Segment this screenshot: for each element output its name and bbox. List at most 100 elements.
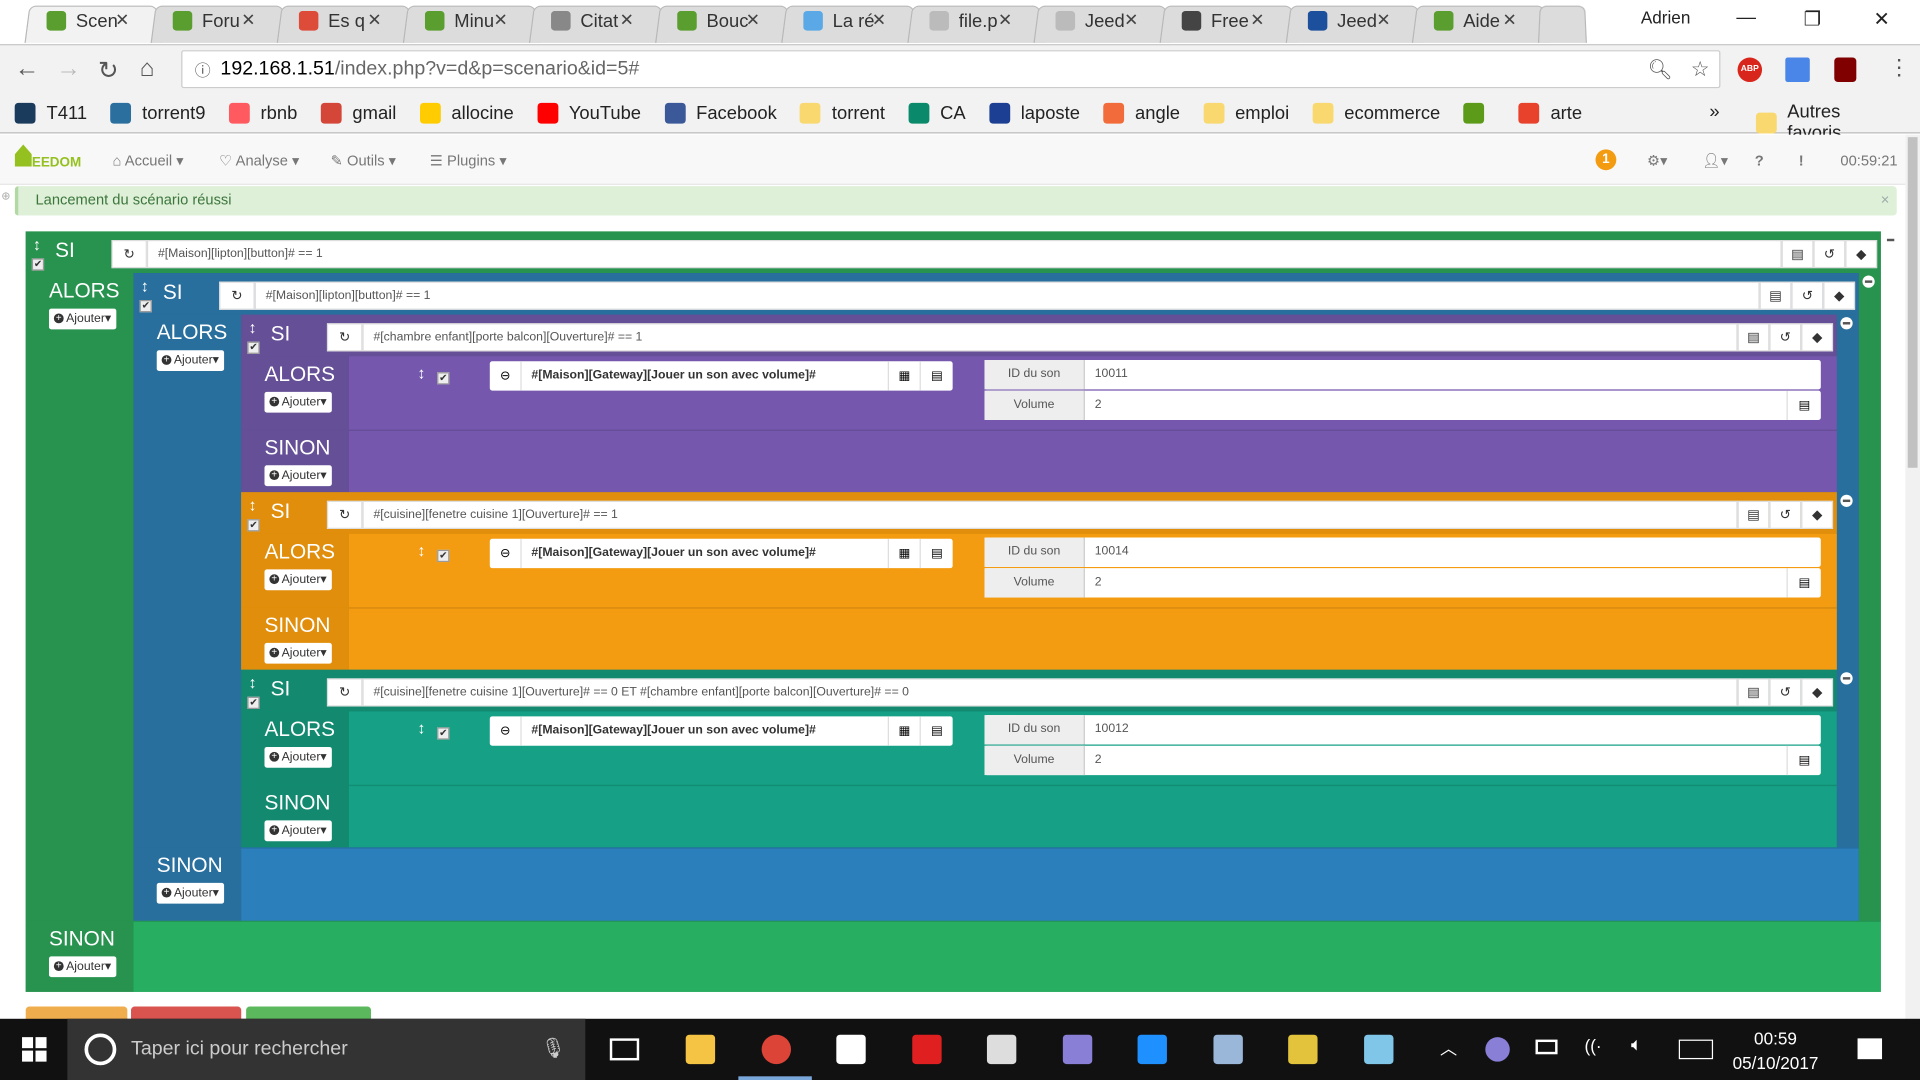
start-icon[interactable] [22, 1037, 47, 1062]
enable-action-checkbox[interactable]: ✔ [437, 727, 450, 740]
close-tab-icon[interactable]: ✕ [620, 10, 634, 31]
tab-content[interactable]: Jeed [1307, 9, 1377, 33]
menu-plugins[interactable]: ☰ Plugins ▾ [430, 152, 507, 169]
history-button[interactable]: ↺ [1769, 500, 1802, 529]
reload-icon[interactable]: ↻ [98, 55, 119, 86]
close-tab-icon[interactable]: ✕ [115, 10, 129, 31]
wifi-icon[interactable]: ((· [1584, 1036, 1601, 1056]
parameter-input[interactable]: 2 [1085, 391, 1787, 420]
torrent-icon[interactable] [1062, 1034, 1092, 1065]
tab-content[interactable]: file.p [929, 9, 998, 33]
expression-button[interactable]: ▤ [1737, 500, 1770, 529]
bookmark[interactable]: emploi [1203, 102, 1289, 124]
tab-content[interactable]: Minu [424, 9, 494, 33]
notification-badge[interactable]: 1 [1595, 149, 1617, 171]
remove-block-icon[interactable] [1840, 494, 1853, 507]
add-alors-button[interactable]: + Ajouter ▾ [156, 349, 224, 371]
home-icon[interactable]: ⌂ [140, 55, 155, 83]
drag-handle-icon[interactable]: ↕ [418, 364, 426, 382]
edge-icon[interactable] [1137, 1034, 1167, 1065]
history-button[interactable]: ↺ [1769, 323, 1802, 352]
menu-outils[interactable]: ✎ Outils ▾ [331, 152, 396, 169]
drag-handle-icon[interactable]: ↕ [418, 541, 426, 559]
tab-content[interactable]: Es q [298, 9, 365, 33]
menu-icon[interactable]: ⋮ [1888, 55, 1910, 81]
refresh-button[interactable]: ↻ [111, 240, 147, 269]
parameter-input[interactable]: 10014 [1085, 538, 1821, 567]
chrome-icon[interactable] [761, 1034, 791, 1065]
tab-content[interactable]: Citat [551, 9, 618, 33]
add-alors-button[interactable]: + Ajouter ▾ [264, 746, 332, 768]
help-icon[interactable]: ? [1755, 152, 1764, 169]
close-tab-icon[interactable]: ✕ [872, 10, 886, 31]
condition-input[interactable]: #[Maison][lipton][button]# == 1 [254, 281, 1760, 310]
add-sinon-button[interactable]: + Ajouter ▾ [264, 642, 332, 664]
bookmark[interactable]: torrent [800, 102, 885, 124]
history-button[interactable]: ↺ [1791, 281, 1824, 310]
keyboard-icon[interactable] [1678, 1039, 1714, 1060]
cube-button[interactable]: ◆ [1801, 500, 1834, 529]
enable-checkbox[interactable]: ✔ [139, 300, 152, 313]
browser-profile[interactable]: Adrien [1641, 7, 1691, 27]
add-alors-button[interactable]: + Ajouter ▾ [264, 391, 332, 413]
refresh-button[interactable]: ↻ [326, 500, 363, 529]
action-command-input[interactable]: #[Maison][Gateway][Jouer un son avec vol… [522, 538, 889, 569]
forward-icon[interactable]: → [56, 55, 80, 83]
action-command-input[interactable]: #[Maison][Gateway][Jouer un son avec vol… [522, 361, 889, 391]
select-command-button[interactable]: ▦ [889, 716, 921, 746]
expression-button[interactable]: ▤ [1737, 323, 1770, 352]
close-alert-icon[interactable]: × [1881, 191, 1890, 208]
add-sinon-button[interactable]: + Ajouter ▾ [264, 464, 332, 486]
enable-checkbox[interactable]: ✔ [247, 341, 260, 354]
condition-input[interactable]: #[chambre enfant][porte balcon][Ouvertur… [362, 323, 1738, 352]
maximize-icon[interactable]: ❐ [1804, 7, 1822, 31]
close-tab-icon[interactable]: ✕ [1376, 10, 1390, 31]
enable-checkbox[interactable]: ✔ [247, 519, 260, 532]
tab-content[interactable]: La ré [803, 9, 875, 33]
close-tab-icon[interactable]: ✕ [1124, 10, 1138, 31]
tab-content[interactable]: Bouc [677, 9, 748, 33]
condition-input[interactable]: #[cuisine][fenetre cuisine 1][Ouverture]… [362, 500, 1738, 529]
bookmark[interactable] [1463, 102, 1496, 124]
cube-button[interactable]: ◆ [1823, 281, 1856, 310]
condition-input[interactable]: #[Maison][lipton][button]# == 1 [146, 240, 1782, 269]
bookmark[interactable]: Facebook [664, 102, 777, 124]
enable-checkbox[interactable]: ✔ [31, 258, 45, 271]
close-tab-icon[interactable]: ✕ [1250, 10, 1264, 31]
bookmark[interactable]: arte [1518, 102, 1582, 124]
expression-button[interactable]: ▤ [1781, 240, 1814, 269]
drag-handle-icon[interactable]: ↕ [33, 235, 41, 253]
tab-content[interactable]: Foru [172, 9, 240, 33]
zoom-icon[interactable]: 🔍︎ [1648, 57, 1673, 81]
parameter-input[interactable]: 2 [1085, 746, 1787, 775]
tab-content[interactable]: Jeed [1055, 9, 1125, 33]
tray-torrent-icon[interactable] [1485, 1037, 1510, 1062]
sidebar-toggle-icon[interactable]: ⊕ [1, 190, 10, 203]
list-button[interactable]: ▤ [921, 716, 953, 745]
remove-block-icon[interactable] [1840, 317, 1853, 330]
store-icon[interactable] [836, 1034, 866, 1065]
mail-icon[interactable] [986, 1034, 1017, 1065]
alert-icon[interactable]: ! [1799, 152, 1804, 169]
tab-content[interactable]: Scen [46, 9, 118, 33]
ublock-icon[interactable] [1834, 57, 1857, 83]
menu-analyse[interactable]: ♡ Analyse ▾ [219, 152, 299, 169]
list-button[interactable]: ▤ [921, 361, 953, 390]
expression-button[interactable]: ▤ [1759, 281, 1792, 310]
volume-icon[interactable]: 🔈︎ [1631, 1035, 1642, 1056]
refresh-button[interactable]: ↻ [326, 323, 363, 352]
new-tab-button[interactable] [1537, 5, 1587, 43]
parameter-input[interactable]: 10011 [1085, 360, 1821, 389]
adblock-icon[interactable]: ABP [1737, 57, 1763, 83]
show-hidden-icons[interactable]: ︿ [1440, 1036, 1457, 1060]
game-icon[interactable] [1288, 1034, 1318, 1065]
bookmark[interactable]: laposte [988, 102, 1080, 124]
bookmark[interactable]: YouTube [536, 102, 641, 124]
add-alors-button[interactable]: + Ajouter ▾ [264, 568, 332, 590]
close-tab-icon[interactable]: ✕ [998, 10, 1012, 31]
select-command-button[interactable]: ▦ [889, 538, 921, 569]
taskbar-search[interactable]: Taper ici pour rechercher 🎙︎ [67, 1018, 586, 1080]
parameter-list-button[interactable]: ▤ [1786, 568, 1821, 598]
close-tab-icon[interactable]: ✕ [367, 10, 381, 31]
remove-action-button[interactable]: ⊖ [490, 716, 522, 746]
